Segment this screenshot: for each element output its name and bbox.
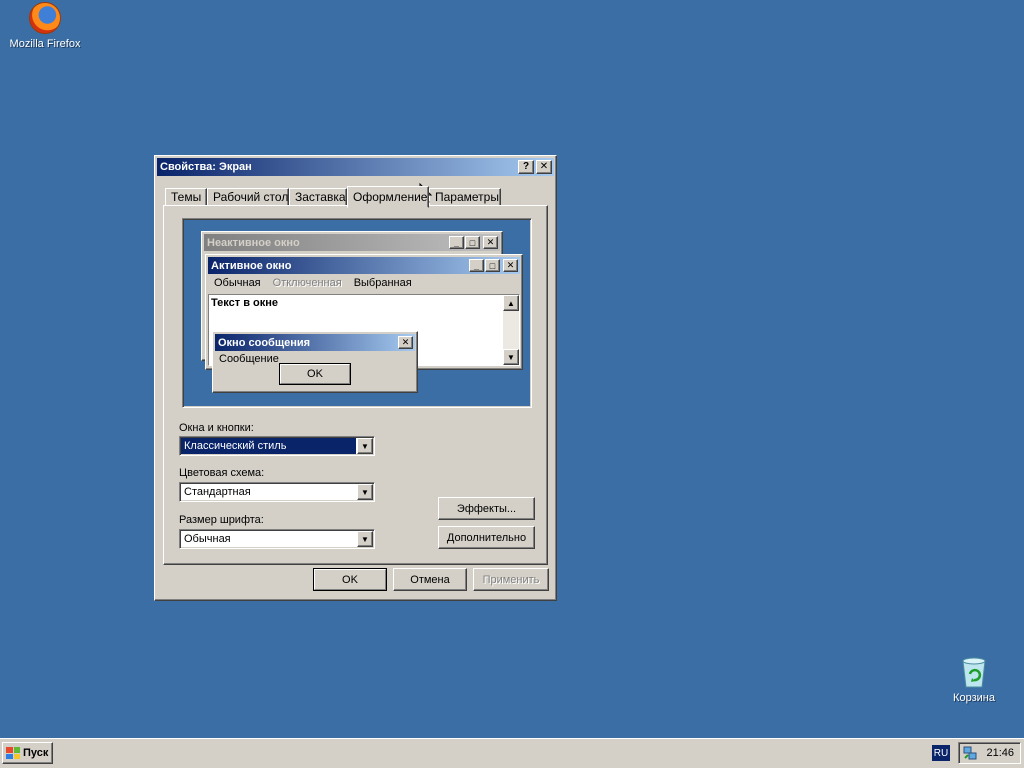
help-button[interactable]: ?: [518, 160, 534, 174]
system-tray: 21:46: [958, 742, 1021, 764]
color-scheme-value: Стандартная: [184, 486, 251, 498]
preview-active-title: Активное окно: [211, 259, 292, 272]
close-icon: ✕: [503, 259, 518, 272]
firefox-icon: [29, 2, 61, 34]
cancel-button[interactable]: Отмена: [393, 568, 467, 591]
preview-active-titlebar: Активное окно _ □ ✕: [208, 257, 520, 274]
preview-window-text: Текст в окне: [211, 297, 279, 309]
clock[interactable]: 21:46: [986, 747, 1014, 759]
start-label: Пуск: [23, 747, 49, 759]
close-icon: ✕: [398, 336, 413, 349]
desktop-icon-firefox[interactable]: Mozilla Firefox: [0, 2, 90, 50]
windows-buttons-value: Классический стиль: [181, 438, 356, 454]
preview-menu-disabled: Отключенная: [272, 277, 342, 289]
preview-menu-normal: Обычная: [214, 277, 261, 289]
appearance-tab-panel: Неактивное окно _ □ ✕ Активное окно _ □ …: [163, 205, 548, 565]
advanced-button[interactable]: Дополнительно: [438, 526, 535, 549]
effects-button[interactable]: Эффекты...: [438, 497, 535, 520]
taskbar: Пуск RU 21:46: [0, 738, 1024, 768]
maximize-icon: □: [465, 236, 480, 249]
font-size-label: Размер шрифта:: [179, 514, 264, 526]
preview-menu-selected: Выбранная: [353, 277, 412, 289]
close-icon: ✕: [483, 236, 498, 249]
language-indicator[interactable]: RU: [932, 745, 950, 761]
desktop-icon-recycle-bin[interactable]: Корзина: [929, 656, 1019, 704]
font-size-value: Обычная: [184, 533, 231, 545]
dialog-titlebar[interactable]: Свойства: Экран ? ✕: [157, 158, 554, 176]
preview-ok-button: OK: [279, 363, 351, 385]
preview-scrollbar: ▲ ▼: [503, 295, 519, 365]
start-button[interactable]: Пуск: [2, 742, 53, 764]
display-properties-dialog: Свойства: Экран ? ✕ Темы Рабочий стол За…: [154, 155, 557, 601]
preview-inactive-titlebar: Неактивное окно _ □ ✕: [204, 234, 500, 251]
recycle-bin-icon: [960, 656, 988, 688]
appearance-preview: Неактивное окно _ □ ✕ Активное окно _ □ …: [182, 218, 532, 408]
preview-message-title: Окно сообщения: [218, 336, 311, 349]
chevron-down-icon[interactable]: ▼: [357, 531, 373, 547]
preview-menu-bar: Обычная Отключенная Выбранная: [208, 274, 520, 292]
scroll-up-icon: ▲: [503, 295, 519, 311]
tab-appearance[interactable]: Оформление: [347, 186, 429, 208]
preview-message-text: Сообщение: [219, 353, 279, 365]
close-button[interactable]: ✕: [536, 160, 552, 174]
desktop-icon-label: Корзина: [953, 692, 995, 704]
chevron-down-icon[interactable]: ▼: [357, 484, 373, 500]
minimize-icon: _: [449, 236, 464, 249]
preview-message-box: Окно сообщения ✕ Сообщение OK: [212, 331, 418, 393]
minimize-icon: _: [469, 259, 484, 272]
windows-buttons-label: Окна и кнопки:: [179, 422, 254, 434]
help-icon: ?: [522, 161, 530, 172]
preview-message-titlebar: Окно сообщения ✕: [215, 334, 415, 351]
network-icon[interactable]: [963, 746, 977, 760]
color-scheme-label: Цветовая схема:: [179, 467, 265, 479]
close-icon: ✕: [539, 161, 549, 172]
scroll-down-icon: ▼: [503, 349, 519, 365]
preview-inactive-title: Неактивное окно: [207, 236, 300, 249]
ok-button[interactable]: OK: [313, 568, 387, 591]
color-scheme-select[interactable]: Стандартная ▼: [179, 482, 375, 502]
desktop-icon-label: Mozilla Firefox: [9, 38, 81, 50]
dialog-title: Свойства: Экран: [160, 161, 252, 173]
maximize-icon: □: [485, 259, 500, 272]
apply-button[interactable]: Применить: [473, 568, 549, 591]
windows-buttons-select[interactable]: Классический стиль ▼: [179, 436, 375, 456]
chevron-down-icon[interactable]: ▼: [357, 438, 373, 454]
windows-logo-icon: [6, 747, 20, 759]
font-size-select[interactable]: Обычная ▼: [179, 529, 375, 549]
